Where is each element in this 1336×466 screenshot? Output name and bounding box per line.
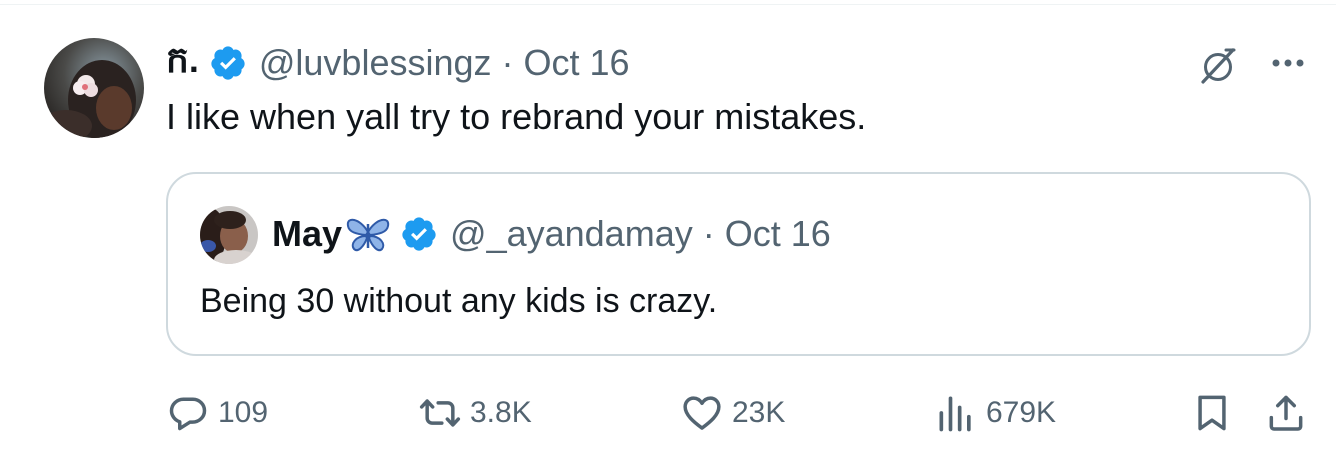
repost-button[interactable]: 3.8K (418, 388, 532, 438)
tweet-header: ក. @luvblessingz · Oct 16 (166, 39, 630, 86)
verified-badge-icon[interactable] (209, 44, 247, 82)
reply-icon (169, 397, 207, 431)
avatar-image (44, 38, 144, 138)
author-name[interactable]: ក. (166, 37, 199, 90)
author-handle[interactable]: @luvblessingz (259, 42, 492, 84)
bookmark-icon (1198, 395, 1226, 431)
quoted-author-name[interactable]: May (272, 213, 342, 255)
bookmark-button[interactable] (1190, 388, 1234, 438)
tweet-text: I like when yall try to rebrand your mis… (166, 96, 867, 137)
separator: · (702, 213, 715, 254)
avatar[interactable] (44, 38, 144, 138)
quoted-date[interactable]: Oct 16 (725, 213, 831, 255)
share-icon (1269, 395, 1303, 431)
views-button[interactable]: 679K (934, 388, 1056, 438)
tweet-card[interactable]: ក. @luvblessingz · Oct 16 I like when ya… (0, 0, 1336, 466)
quoted-text: Being 30 without any kids is crazy. (200, 282, 718, 320)
separator: · (501, 42, 514, 83)
repost-icon (419, 399, 461, 427)
share-button[interactable] (1264, 388, 1308, 438)
grok-icon[interactable] (1196, 44, 1240, 88)
repost-count: 3.8K (470, 396, 532, 429)
quoted-avatar-image (200, 206, 258, 264)
quoted-avatar[interactable] (200, 206, 258, 264)
heart-icon (683, 396, 721, 430)
like-button[interactable]: 23K (680, 388, 785, 438)
verified-badge-icon[interactable] (400, 215, 438, 253)
butterfly-icon (344, 214, 392, 254)
tweet-date[interactable]: Oct 16 (524, 42, 630, 84)
quoted-author-handle[interactable]: @_ayandamay (450, 213, 693, 255)
views-count: 679K (986, 396, 1057, 429)
views-icon (939, 396, 971, 432)
reply-count: 109 (218, 396, 269, 429)
action-bar: 109 3.8K 23K 679K (0, 388, 1336, 438)
quoted-tweet[interactable]: May @_ayandamay · Oct 16 Being 30 withou… (166, 172, 1311, 356)
reply-button[interactable]: 109 (166, 388, 268, 438)
quoted-header: May @_ayandamay · Oct 16 (272, 212, 831, 256)
like-count: 23K (732, 396, 786, 429)
more-icon[interactable] (1266, 48, 1310, 78)
divider (0, 4, 1336, 5)
